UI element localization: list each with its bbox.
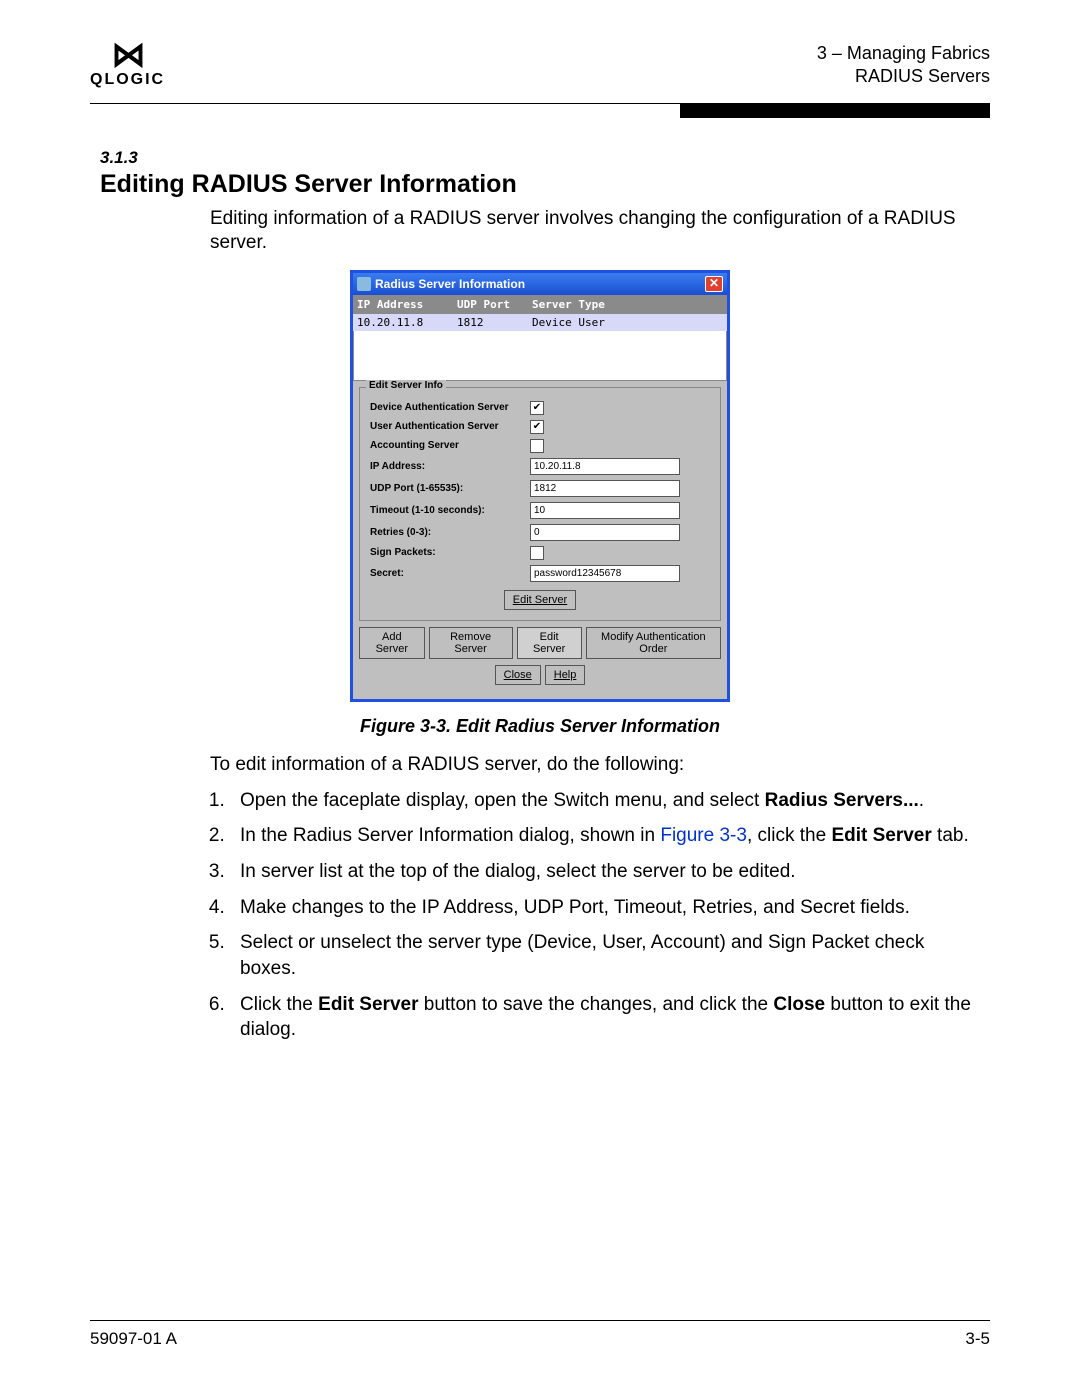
col-type: Server Type [532, 298, 723, 311]
step-5: Select or unselect the server type (Devi… [230, 930, 980, 981]
step-1: Open the faceplate display, open the Swi… [230, 788, 980, 814]
figure-xref[interactable]: Figure 3-3 [660, 825, 747, 846]
ip-label: IP Address: [370, 461, 530, 472]
section-intro: Editing information of a RADIUS server i… [210, 207, 980, 256]
fieldset-legend: Edit Server Info [366, 380, 446, 391]
section-line: RADIUS Servers [817, 65, 990, 88]
device-auth-label: Device Authentication Server [370, 402, 530, 413]
dialog-titlebar[interactable]: Radius Server Information ✕ [353, 273, 727, 295]
tab-row: Add Server Remove Server Edit Server Mod… [359, 627, 721, 659]
udp-label: UDP Port (1-65535): [370, 483, 530, 494]
figure-caption: Figure 3-3. Edit Radius Server Informati… [100, 716, 980, 737]
server-row[interactable]: 10.20.11.8 1812 Device User [353, 314, 727, 331]
step-6: Click the Edit Server button to save the… [230, 992, 980, 1043]
section-number: 3.1.3 [100, 148, 980, 168]
footer-right: 3-5 [965, 1329, 990, 1349]
tab-add-server[interactable]: Add Server [359, 627, 425, 659]
instruction-list: Open the faceplate display, open the Swi… [230, 788, 980, 1043]
logo-mark: ⋈ [90, 40, 165, 71]
retries-input[interactable] [530, 524, 680, 541]
tab-edit-server[interactable]: Edit Server [517, 627, 582, 659]
server-grid-header: IP Address UDP Port Server Type [353, 295, 727, 314]
footer-left: 59097-01 A [90, 1329, 177, 1349]
secret-label: Secret: [370, 568, 530, 579]
timeout-input[interactable] [530, 502, 680, 519]
close-icon[interactable]: ✕ [705, 276, 723, 292]
chapter-line: 3 – Managing Fabrics [817, 42, 990, 65]
sign-label: Sign Packets: [370, 547, 530, 558]
udp-input[interactable] [530, 480, 680, 497]
row-ip: 10.20.11.8 [357, 316, 457, 329]
accounting-label: Accounting Server [370, 440, 530, 451]
help-button[interactable]: Help [545, 665, 586, 685]
page-footer: 59097-01 A 3-5 [90, 1320, 990, 1349]
step-3: In server list at the top of the dialog,… [230, 859, 980, 885]
figure-dialog: Radius Server Information ✕ IP Address U… [350, 270, 730, 702]
timeout-label: Timeout (1-10 seconds): [370, 505, 530, 516]
row-port: 1812 [457, 316, 532, 329]
retries-label: Retries (0-3): [370, 527, 530, 538]
tab-modify-auth-order[interactable]: Modify Authentication Order [586, 627, 721, 659]
user-auth-checkbox[interactable]: ✔ [530, 420, 544, 434]
instructions-lead: To edit information of a RADIUS server, … [210, 753, 980, 778]
header-right: 3 – Managing Fabrics RADIUS Servers [817, 42, 990, 89]
sign-checkbox[interactable] [530, 546, 544, 560]
col-ip: IP Address [357, 298, 457, 311]
dialog-icon [357, 277, 371, 291]
header-rule [90, 103, 990, 118]
step-2: In the Radius Server Information dialog,… [230, 823, 980, 849]
ip-input[interactable] [530, 458, 680, 475]
row-type: Device User [532, 316, 723, 329]
edit-server-fieldset: Edit Server Info Device Authentication S… [359, 387, 721, 621]
logo-text: QLOGIC [90, 71, 165, 89]
section-title: Editing RADIUS Server Information [100, 170, 980, 199]
server-grid-blank [353, 331, 727, 381]
close-button[interactable]: Close [495, 665, 541, 685]
dialog-title: Radius Server Information [375, 277, 525, 291]
accounting-checkbox[interactable] [530, 439, 544, 453]
secret-input[interactable] [530, 565, 680, 582]
col-port: UDP Port [457, 298, 532, 311]
logo: ⋈ QLOGIC [90, 40, 165, 89]
edit-server-button[interactable]: Edit Server [504, 590, 576, 610]
user-auth-label: User Authentication Server [370, 421, 530, 432]
device-auth-checkbox[interactable]: ✔ [530, 401, 544, 415]
step-4: Make changes to the IP Address, UDP Port… [230, 895, 980, 921]
tab-remove-server[interactable]: Remove Server [429, 627, 513, 659]
